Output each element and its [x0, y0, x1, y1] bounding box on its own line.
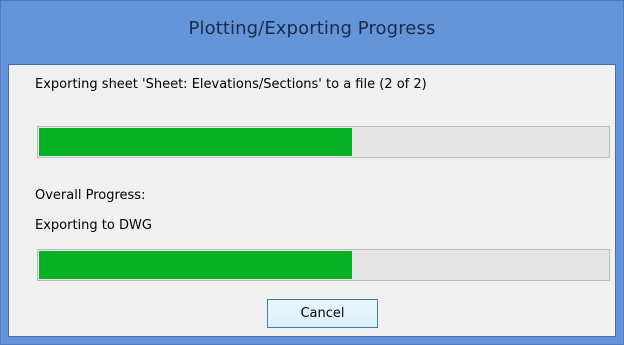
- sheet-progress-label: Exporting sheet 'Sheet: Elevations/Secti…: [35, 77, 427, 92]
- sheet-progress-fill: [39, 128, 352, 156]
- progress-dialog: Plotting/Exporting Progress Exporting sh…: [0, 0, 624, 345]
- title-bar[interactable]: Plotting/Exporting Progress: [1, 1, 623, 65]
- overall-progress-fill: [39, 251, 352, 279]
- dialog-title: Plotting/Exporting Progress: [188, 18, 436, 39]
- cancel-button[interactable]: Cancel: [267, 299, 378, 328]
- dialog-body: Exporting sheet 'Sheet: Elevations/Secti…: [8, 64, 616, 337]
- overall-progress-status: Exporting to DWG: [35, 218, 152, 233]
- overall-progress-bar: [37, 249, 610, 281]
- overall-progress-label: Overall Progress:: [35, 188, 146, 203]
- sheet-progress-bar: [37, 126, 610, 158]
